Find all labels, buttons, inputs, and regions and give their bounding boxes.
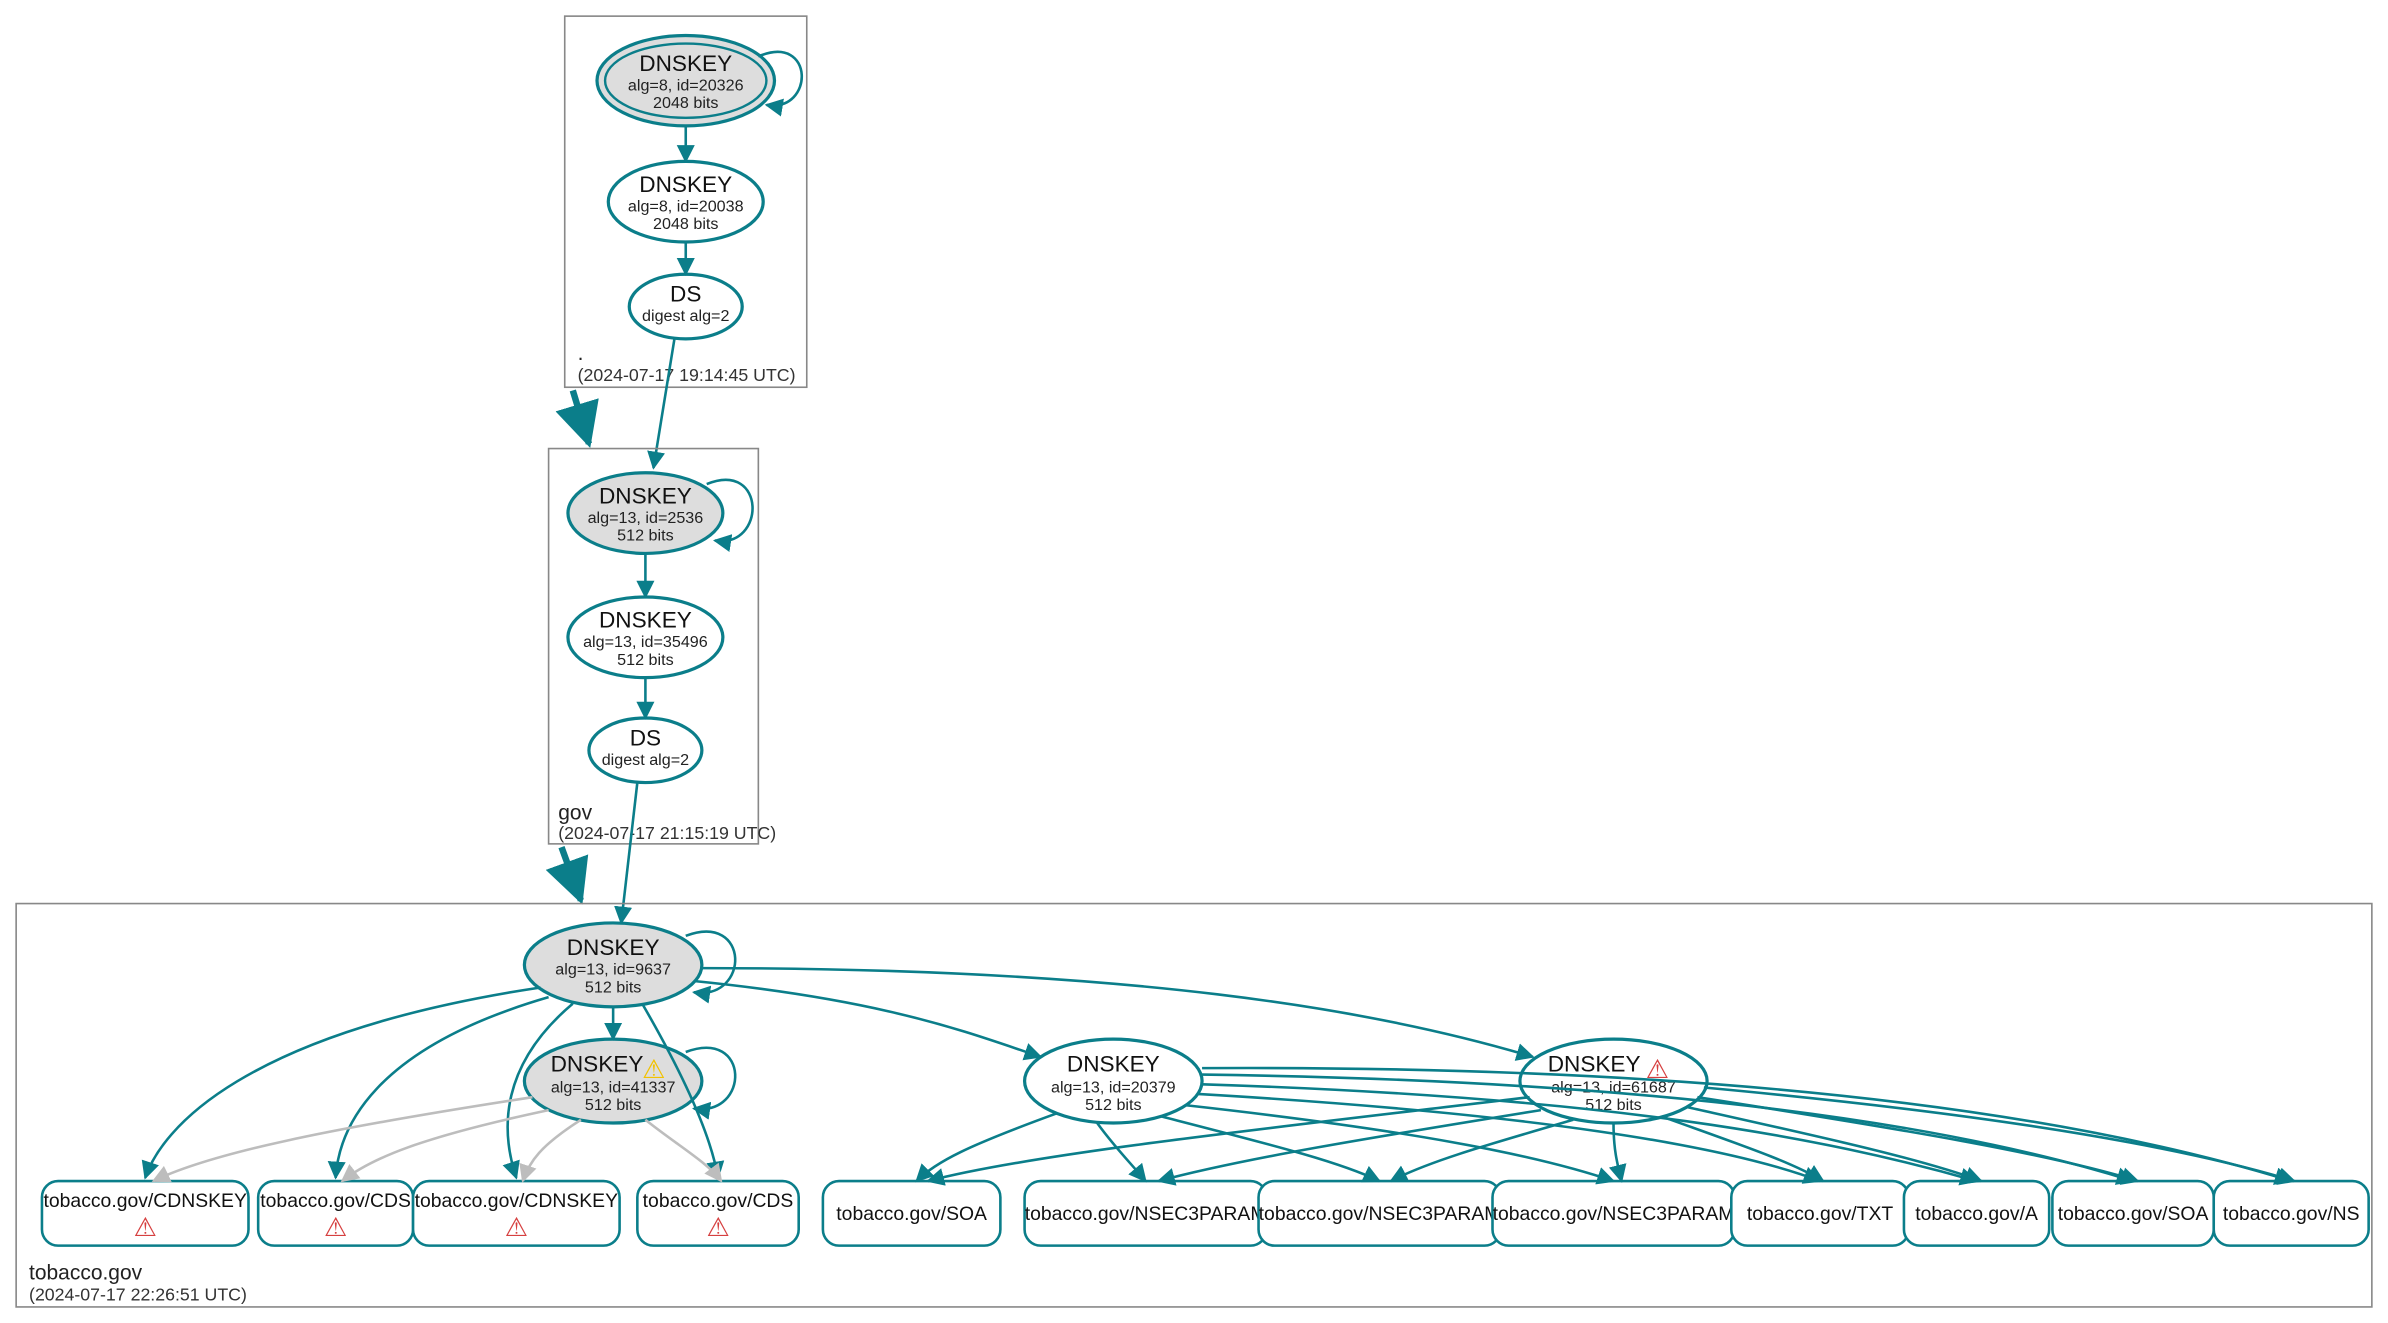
rrset-rr10: tobacco.gov/SOA — [2052, 1181, 2213, 1246]
svg-text:alg=13, id=9637: alg=13, id=9637 — [555, 961, 671, 979]
zone-tobacco-name: tobacco.gov — [29, 1262, 143, 1285]
rrset-label: tobacco.gov/CDS — [260, 1190, 411, 1212]
edge-delegation-root-to-gov — [573, 390, 589, 443]
rrset-rr4: tobacco.gov/SOA — [823, 1181, 1000, 1246]
rrset-row: tobacco.gov/CDNSKEY⚠tobacco.gov/CDS⚠toba… — [42, 1181, 2369, 1246]
rrset-label: tobacco.gov/TXT — [1747, 1203, 1894, 1225]
dnssec-graph: . (2024-07-17 19:14:45 UTC) DNSKEY alg=8… — [0, 0, 2388, 1323]
node-gov-zsk: DNSKEY alg=13, id=35496 512 bits — [568, 597, 723, 678]
error-icon: ⚠ — [706, 1214, 729, 1242]
svg-text:alg=8, id=20326: alg=8, id=20326 — [628, 76, 744, 94]
rrset-rr6: tobacco.gov/NSEC3PARAM — [1259, 1181, 1501, 1246]
node-tobacco-ksk: DNSKEY alg=13, id=9637 512 bits — [524, 923, 735, 1007]
rrset-rr3: tobacco.gov/CDS⚠ — [637, 1181, 798, 1246]
svg-text:DNSKEY: DNSKEY — [599, 608, 692, 633]
zone-tobacco: tobacco.gov (2024-07-17 22:26:51 UTC) DN… — [16, 904, 2372, 1307]
rrset-rr9: tobacco.gov/A — [1904, 1181, 2049, 1246]
svg-text:512 bits: 512 bits — [585, 978, 641, 996]
error-icon: ⚠ — [134, 1214, 157, 1242]
svg-text:DS: DS — [670, 282, 701, 307]
node-root-ds: DS digest alg=2 — [629, 274, 742, 339]
edge-ksk-sign-rr0 — [145, 987, 540, 1177]
rrset-label: tobacco.gov/NSEC3PARAM — [1259, 1203, 1501, 1225]
zone-gov-timestamp: (2024-07-17 21:15:19 UTC) — [558, 823, 776, 843]
svg-text:512 bits: 512 bits — [1085, 1096, 1141, 1114]
rrset-rr11: tobacco.gov/NS — [2214, 1181, 2369, 1246]
svg-text:512 bits: 512 bits — [617, 651, 673, 669]
node-tobacco-zsk-41337: DNSKEY ⚠ alg=13, id=41337 512 bits — [524, 1039, 735, 1123]
rrset-label: tobacco.gov/CDNSKEY — [44, 1190, 247, 1212]
rrset-label: tobacco.gov/SOA — [2058, 1203, 2209, 1225]
svg-text:DNSKEY: DNSKEY — [567, 935, 660, 960]
zone-root: . (2024-07-17 19:14:45 UTC) DNSKEY alg=8… — [565, 16, 807, 387]
node-root-ksk: DNSKEY alg=8, id=20326 2048 bits — [597, 35, 802, 125]
zone-root-name: . — [578, 342, 584, 365]
rrset-rr5: tobacco.gov/NSEC3PARAM — [1025, 1181, 1267, 1246]
edge-20379-rr4 — [916, 1113, 1056, 1181]
edge-ksk-to-20379 — [694, 981, 1041, 1057]
node-root-zsk: DNSKEY alg=8, id=20038 2048 bits — [608, 161, 763, 242]
svg-text:digest alg=2: digest alg=2 — [642, 307, 729, 325]
zone-gov: gov (2024-07-17 21:15:19 UTC) DNSKEY alg… — [549, 449, 777, 844]
edge-gov-ds-to-tobacco-ksk — [621, 783, 637, 923]
zone-gov-name: gov — [558, 802, 592, 825]
svg-text:alg=13, id=35496: alg=13, id=35496 — [583, 633, 708, 651]
svg-text:alg=13, id=2536: alg=13, id=2536 — [588, 509, 704, 527]
svg-text:DNSKEY: DNSKEY — [1548, 1051, 1641, 1076]
svg-text:DNSKEY: DNSKEY — [599, 483, 692, 508]
svg-text:DS: DS — [630, 725, 661, 750]
svg-text:DNSKEY: DNSKEY — [1067, 1051, 1160, 1076]
svg-text:digest alg=2: digest alg=2 — [602, 751, 689, 769]
rrset-label: tobacco.gov/NSEC3PARAM — [1493, 1203, 1735, 1225]
rrset-label: tobacco.gov/A — [1915, 1203, 2038, 1225]
svg-text:512 bits: 512 bits — [585, 1096, 641, 1114]
svg-text:alg=8, id=20038: alg=8, id=20038 — [628, 197, 744, 215]
rrset-label: tobacco.gov/NS — [2223, 1203, 2360, 1225]
svg-text:512 bits: 512 bits — [617, 527, 673, 545]
edge-20379-rr11 — [1202, 1068, 2291, 1181]
rrset-label: tobacco.gov/CDS — [643, 1190, 794, 1212]
rrset-rr7: tobacco.gov/NSEC3PARAM — [1492, 1181, 1734, 1246]
rrset-rr8: tobacco.gov/TXT — [1731, 1181, 1908, 1246]
edge-61687-rr11 — [1704, 1088, 2295, 1182]
rrset-rr2: tobacco.gov/CDNSKEY⚠ — [413, 1181, 620, 1246]
rrset-rr1: tobacco.gov/CDS⚠ — [258, 1181, 413, 1246]
edge-41337-rr3 — [645, 1120, 721, 1181]
svg-text:2048 bits: 2048 bits — [653, 94, 718, 112]
zone-tobacco-timestamp: (2024-07-17 22:26:51 UTC) — [29, 1284, 247, 1304]
svg-text:alg=13, id=41337: alg=13, id=41337 — [551, 1078, 676, 1096]
svg-text:DNSKEY: DNSKEY — [639, 172, 732, 197]
edge-61687-rr8 — [1662, 1117, 1823, 1182]
rrset-label: tobacco.gov/NSEC3PARAM — [1025, 1203, 1267, 1225]
edge-41337-rr2 — [523, 1120, 581, 1181]
error-icon: ⚠ — [324, 1214, 347, 1242]
edge-20379-rr7 — [1186, 1105, 1614, 1181]
rrset-label: tobacco.gov/CDNSKEY — [415, 1190, 618, 1212]
svg-text:DNSKEY: DNSKEY — [551, 1051, 644, 1076]
rrset-rr0: tobacco.gov/CDNSKEY⚠ — [42, 1181, 249, 1246]
edge-20379-rr5 — [1097, 1123, 1145, 1181]
rrset-label: tobacco.gov/SOA — [836, 1203, 987, 1225]
edge-61687-rr7 — [1614, 1123, 1622, 1181]
svg-text:alg=13, id=20379: alg=13, id=20379 — [1051, 1078, 1176, 1096]
svg-text:2048 bits: 2048 bits — [653, 215, 718, 233]
node-tobacco-zsk-20379: DNSKEY alg=13, id=20379 512 bits — [1025, 1039, 1202, 1123]
error-icon: ⚠ — [505, 1214, 528, 1242]
zone-root-timestamp: (2024-07-17 19:14:45 UTC) — [578, 365, 796, 385]
node-gov-ds: DS digest alg=2 — [589, 718, 702, 783]
node-gov-ksk: DNSKEY alg=13, id=2536 512 bits — [568, 473, 753, 554]
svg-text:DNSKEY: DNSKEY — [639, 51, 732, 76]
edge-delegation-gov-to-tobacco — [562, 847, 581, 900]
edge-41337-rr1 — [342, 1110, 549, 1181]
